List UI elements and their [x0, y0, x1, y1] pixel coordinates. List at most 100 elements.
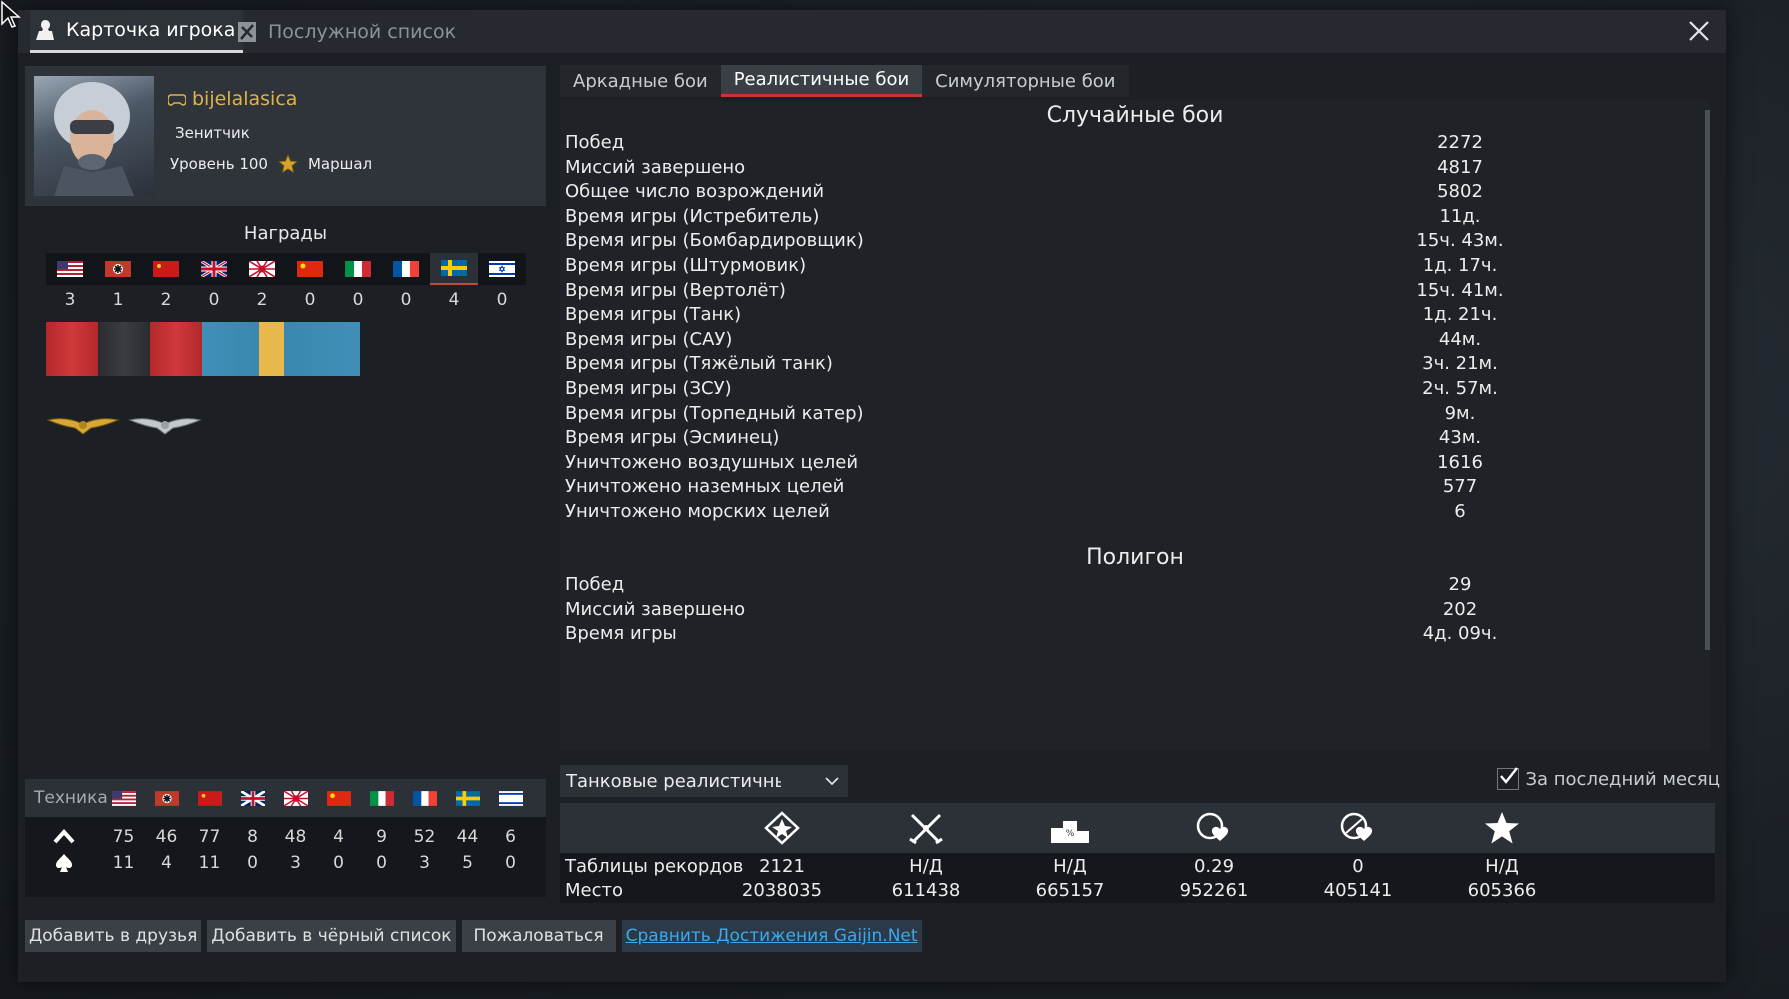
stat-label: Побед [565, 574, 625, 595]
country-tab-france[interactable] [382, 253, 430, 285]
vehicle-count: 77 [198, 827, 221, 847]
rank-text: Маршал [307, 155, 373, 173]
stat-value: 3ч. 21м. [1422, 353, 1498, 375]
service-record-icon [236, 20, 258, 44]
leaderboard-place: 2038035 [741, 880, 823, 901]
soldier-icon [34, 18, 56, 42]
gold-wings-icon[interactable] [46, 412, 120, 438]
stat-label: Время игры (Штурмовик) [565, 255, 807, 276]
vehicle-count: 75 [112, 827, 135, 847]
stat-label: Время игры (Танк) [565, 304, 742, 326]
stat-value: 4д. 09ч. [1422, 623, 1498, 645]
sweden-flag-icon [446, 790, 489, 806]
silver-wings-icon[interactable] [128, 412, 202, 438]
country-tab-israel[interactable] [478, 253, 526, 285]
tab-player-card[interactable]: Карточка игрока [30, 10, 244, 53]
stat-value: 11д. [1439, 205, 1481, 227]
award-count: 0 [352, 290, 364, 310]
leaderboard-value: 0.29 [1193, 856, 1235, 877]
award-medals [46, 412, 202, 438]
stat-label: Время игры (Тяжёлый танк) [565, 353, 833, 375]
stat-label: Миссий завершено [565, 598, 746, 620]
italy-flag-icon [345, 261, 371, 277]
award-counts: 3 1 2 0 2 0 0 0 4 0 [46, 290, 526, 310]
last-month-checkbox[interactable]: За последний месяц [1497, 767, 1720, 790]
compare-achievements-link[interactable]: Сравнить Достижения Gaijin.Net [621, 920, 922, 952]
svg-text:%: % [1066, 829, 1075, 839]
stat-value: 1616 [1437, 451, 1483, 473]
award-ribbon[interactable] [98, 322, 150, 376]
vehicle-count: 4 [333, 827, 344, 847]
country-tab-britain[interactable] [190, 253, 238, 285]
player-card-window: Карточка игрока Послужной список bijelal… [18, 10, 1726, 982]
germany-flag-icon [145, 790, 188, 806]
username-text: bijelalasica [192, 88, 298, 110]
survival-heart-icon [1288, 811, 1428, 845]
country-tab-japan[interactable] [238, 253, 286, 285]
china-flag-icon [317, 790, 360, 806]
polygon-title: Полигон [1086, 545, 1184, 570]
france-flag-icon [393, 261, 419, 277]
leaderboard-place: 665157 [1035, 880, 1105, 901]
stat-label: Время игры (САУ) [565, 328, 733, 350]
stat-label: Время игры (ЗСУ) [565, 378, 732, 399]
award-ribbon[interactable] [202, 322, 360, 376]
award-ribbon[interactable] [46, 322, 98, 376]
stat-value: 43м. [1438, 427, 1482, 449]
usa-flag-icon [57, 261, 83, 277]
award-ribbon[interactable] [150, 322, 202, 376]
report-button[interactable]: Пожаловаться [461, 920, 616, 952]
vehicle-count: 8 [247, 827, 258, 847]
award-count: 4 [448, 290, 460, 310]
checkbox-box [1497, 767, 1520, 790]
stat-label: Общее число возрождений [565, 181, 825, 203]
checkmark-icon [1500, 767, 1519, 784]
tab-realistic[interactable]: Реалистичные бои [720, 65, 923, 97]
stat-value: 9м. [1444, 402, 1476, 424]
leaderboard-table: % Таблицы рекордов Место 2121 2038035 Н/Д 6… [560, 803, 1715, 903]
country-tab-sweden[interactable] [430, 253, 478, 285]
stat-value: 202 [1442, 598, 1478, 620]
tab-service-record[interactable]: Послужной список [236, 10, 456, 53]
elite-spade-icon [25, 853, 102, 873]
add-blacklist-button[interactable]: Добавить в чёрный список [207, 920, 456, 952]
tab-service-record-label: Послужной список [268, 20, 457, 43]
israel-flag-icon [489, 790, 532, 806]
germany-flag-icon [105, 261, 131, 277]
game-mode-dropdown[interactable]: Танковые реалистичные бои [560, 765, 848, 797]
stat-value: 44м. [1438, 328, 1482, 350]
gamepad-icon [168, 94, 186, 106]
last-month-label: За последний месяц [1525, 768, 1720, 790]
vehicle-count: 48 [284, 827, 307, 847]
award-count: 0 [496, 290, 508, 310]
tab-arcade[interactable]: Аркадные бои [560, 65, 721, 97]
country-tab-italy[interactable] [334, 253, 382, 285]
vehicle-count: 3 [419, 853, 430, 873]
country-tab-ussr[interactable] [142, 253, 190, 285]
vehicle-count: 0 [333, 853, 344, 873]
vehicles-header: Техника [25, 779, 546, 817]
tab-simulator[interactable]: Симуляторные бои [922, 65, 1128, 97]
profile-header: bijelalasica Зенитчик Уровень 100 Маршал [25, 66, 546, 206]
stat-value: 29 [1448, 574, 1472, 595]
country-tab-china[interactable] [286, 253, 334, 285]
awards-country-tabs [46, 253, 526, 285]
close-icon[interactable] [1686, 18, 1712, 44]
award-count: 0 [304, 290, 316, 310]
ussr-flag-icon [153, 261, 179, 277]
vehicles-flags [102, 790, 532, 806]
vehicles-panel: Техника 75 46 77 8 48 4 9 52 44 6 11 4 1… [25, 779, 546, 897]
award-count: 1 [112, 290, 124, 310]
add-friend-button[interactable]: Добавить в друзья [25, 920, 202, 952]
vehicle-count: 4 [161, 853, 172, 873]
ussr-flag-icon [188, 790, 231, 806]
country-tab-germany[interactable] [94, 253, 142, 285]
username[interactable]: bijelalasica [168, 88, 297, 110]
vehicle-count: 5 [462, 853, 473, 873]
stat-label: Уничтожено морских целей [565, 501, 830, 522]
avatar [34, 76, 154, 196]
vehicle-count: 6 [505, 827, 516, 847]
country-tab-usa[interactable] [46, 253, 94, 285]
stat-row: Уничтожено морских целей 6 [565, 501, 1685, 529]
player-title: Зенитчик [175, 124, 250, 142]
